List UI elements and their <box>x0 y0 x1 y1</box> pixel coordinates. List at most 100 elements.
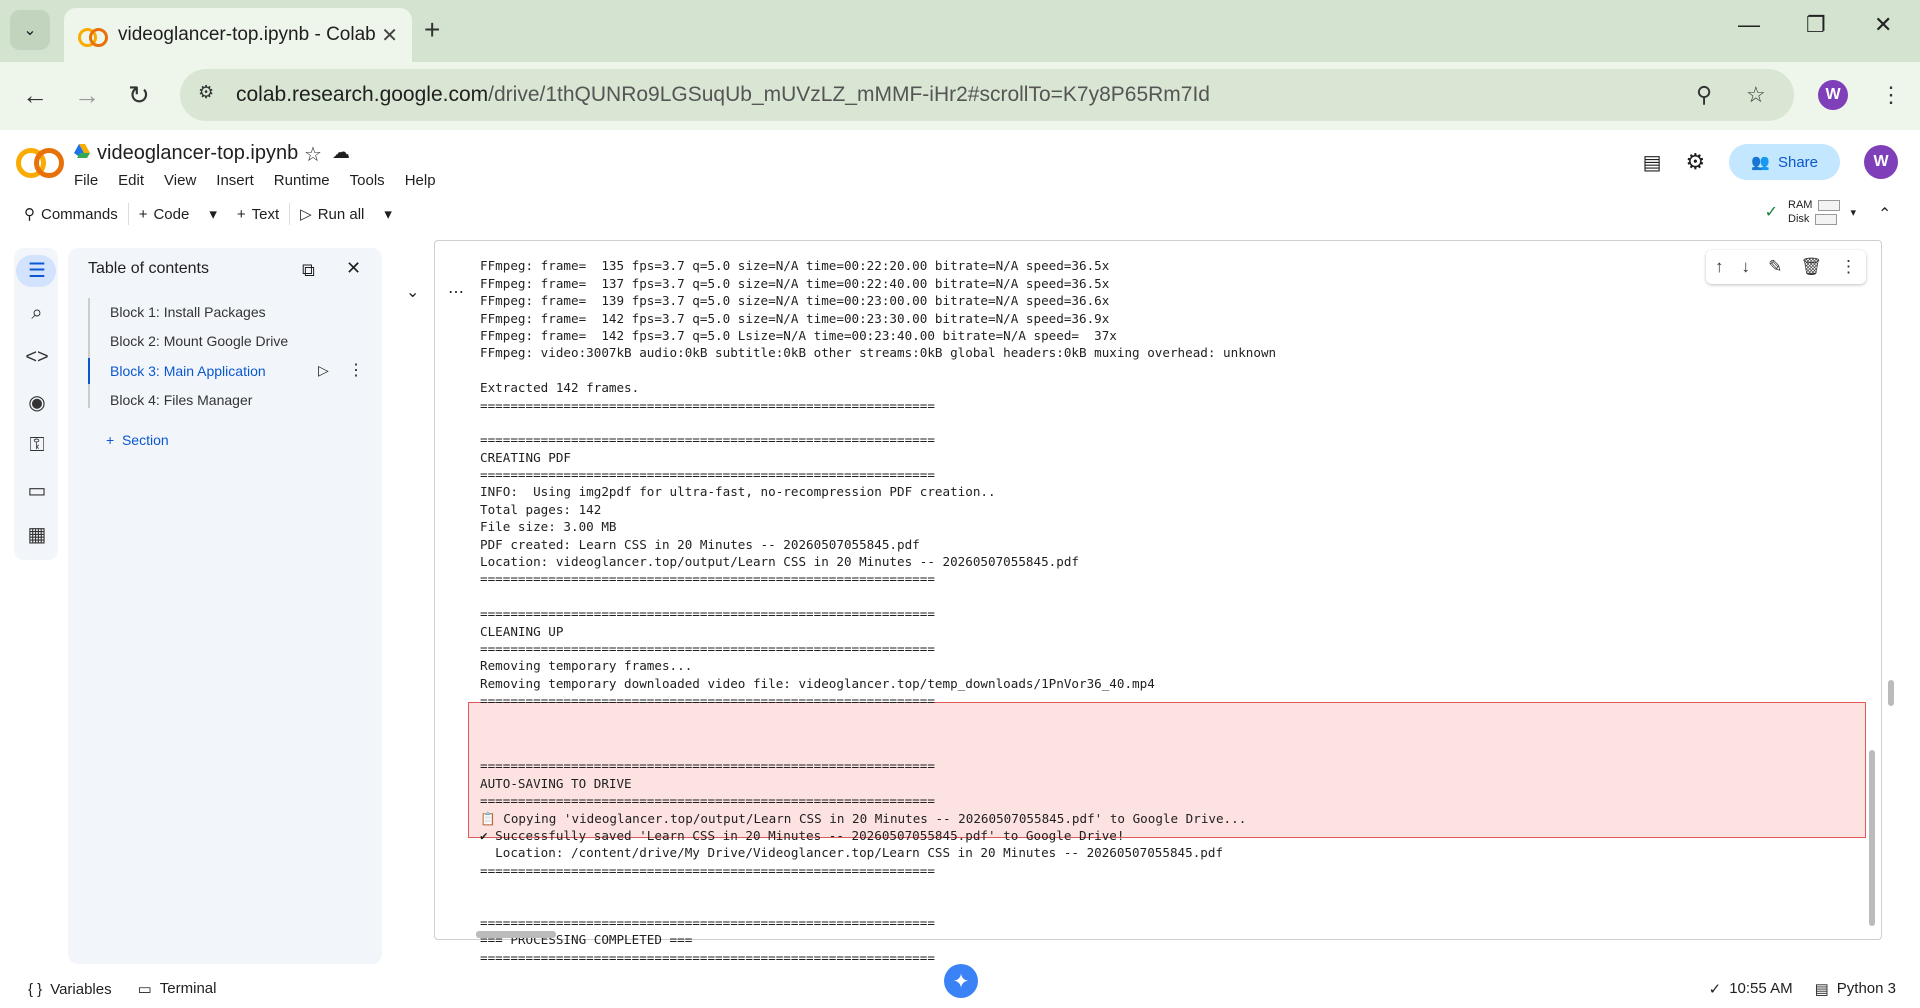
output-line: ✔ Successfully saved 'Learn CSS in 20 Mi… <box>480 827 1125 843</box>
run-all-button[interactable]: ▷ Run all <box>290 205 374 224</box>
variables-eye-icon[interactable]: ◉ <box>22 390 52 415</box>
output-lines-bottom: ========================================… <box>480 897 1860 967</box>
edit-pencil-icon[interactable]: ✎ <box>1768 257 1782 277</box>
output-line: ========================================… <box>480 571 935 587</box>
disk-label: Disk <box>1788 213 1810 225</box>
colab-logo[interactable] <box>16 146 64 178</box>
output-line: ========================================… <box>480 949 935 965</box>
toc-item-block-2[interactable]: Block 2: Mount Google Drive <box>110 333 288 349</box>
output-line: ========================================… <box>480 693 935 709</box>
forward-arrow-icon[interactable]: → <box>74 80 100 111</box>
run-section-icon[interactable]: ▷ <box>318 362 329 379</box>
resource-monitor[interactable]: ✓ RAM Disk ▾ <box>1765 199 1856 225</box>
execution-time[interactable]: ✓ 10:55 AM <box>1709 980 1793 998</box>
close-window-icon[interactable]: ✕ <box>1874 12 1892 38</box>
menu-runtime[interactable]: Runtime <box>274 172 330 189</box>
output-line: CLEANING UP <box>480 623 564 639</box>
chevron-down-icon: ⌄ <box>23 22 37 39</box>
star-icon[interactable]: ☆ <box>304 142 322 167</box>
menu-file[interactable]: File <box>74 172 98 189</box>
notebook-title[interactable]: videoglancer-top.ipynb <box>97 142 298 165</box>
output-vertical-scrollbar[interactable] <box>1869 750 1875 926</box>
add-text-button[interactable]: + Text <box>227 206 289 223</box>
zoom-icon[interactable]: ⚲ <box>1696 82 1712 108</box>
toc-item-block-3[interactable]: Block 3: Main Application <box>110 363 266 379</box>
add-code-button[interactable]: + Code <box>129 206 200 223</box>
output-line: ========================================… <box>480 862 935 878</box>
output-line: ========================================… <box>480 641 935 656</box>
output-line: FFmpeg: video:3007kB audio:0kB subtitle:… <box>480 345 1277 361</box>
add-section-button[interactable]: + Section <box>106 432 169 448</box>
cloud-icon: ☁ <box>332 142 350 162</box>
reload-icon[interactable]: ↻ <box>128 80 150 111</box>
move-up-icon[interactable]: ↑ <box>1715 257 1724 277</box>
output-line: FFmpeg: frame= 142 fps=3.7 q=5.0 size=N/… <box>480 310 1110 326</box>
menu-tools[interactable]: Tools <box>350 172 385 189</box>
browser-menu-icon[interactable]: ⋮ <box>1880 82 1902 108</box>
runtime-indicator[interactable]: ▤ Python 3 <box>1815 980 1896 998</box>
code-snippets-icon[interactable]: <> <box>22 346 52 369</box>
runtime-label: Python 3 <box>1836 980 1896 997</box>
ram-bar <box>1818 199 1841 211</box>
share-label: Share <box>1777 153 1818 171</box>
data-table-icon[interactable]: ▦ <box>22 522 52 547</box>
menu-insert[interactable]: Insert <box>216 172 254 189</box>
output-line: Removing temporary downloaded video file… <box>480 675 1155 691</box>
minimize-icon[interactable]: — <box>1738 12 1760 38</box>
move-down-icon[interactable]: ↓ <box>1742 257 1751 277</box>
close-tab-icon[interactable]: ✕ <box>381 23 398 48</box>
cell-more-icon[interactable]: ⋮ <box>1840 257 1857 277</box>
profile-avatar[interactable]: W <box>1818 80 1848 110</box>
back-arrow-icon[interactable]: ← <box>22 80 48 111</box>
secrets-key-icon[interactable]: ⚿ <box>22 434 52 457</box>
url-input[interactable]: colab.research.google.com/drive/1thQUNRo… <box>180 69 1794 121</box>
browser-tab[interactable]: videoglancer-top.ipynb - Colab ✕ <box>64 8 412 62</box>
delete-trash-icon[interactable]: 🗑 <box>1800 257 1822 277</box>
variables-button[interactable]: { } Variables <box>28 981 112 998</box>
site-info-icon[interactable]: ⚙ <box>198 82 214 103</box>
menu-edit[interactable]: Edit <box>118 172 144 189</box>
add-code-dropdown[interactable]: ▾ <box>199 205 227 223</box>
colab-profile-avatar[interactable]: W <box>1864 145 1898 179</box>
resource-dropdown-icon[interactable]: ▾ <box>1850 206 1856 219</box>
section-more-icon[interactable]: ⋮ <box>348 360 364 380</box>
collapse-header-icon[interactable]: ⌃ <box>1878 204 1891 224</box>
tab-search-button[interactable]: ⌄ <box>10 10 50 50</box>
output-actions-icon[interactable]: ⋯ <box>448 282 464 302</box>
toc-active-line <box>88 358 90 384</box>
page-scrollbar[interactable] <box>1888 680 1894 706</box>
collapse-cell-icon[interactable]: ⌄ <box>406 282 419 302</box>
close-panel-icon[interactable]: ✕ <box>346 258 361 279</box>
output-line: === PROCESSING COMPLETED === <box>480 932 693 948</box>
share-button[interactable]: 👥 Share <box>1729 144 1840 180</box>
output-line: File size: 3.00 MB <box>480 519 617 535</box>
run-all-dropdown[interactable]: ▾ <box>374 205 402 223</box>
toc-item-block-4[interactable]: Block 4: Files Manager <box>110 392 252 408</box>
toc-list-icon[interactable]: ☰ <box>22 258 52 283</box>
output-horizontal-scrollbar[interactable] <box>476 931 556 938</box>
gemini-sparkle-icon[interactable]: ✦ <box>944 964 978 998</box>
terminal-button[interactable]: ▭ Terminal <box>138 980 217 998</box>
caret-down-icon: ▾ <box>384 206 392 223</box>
menu-view[interactable]: View <box>164 172 196 189</box>
output-line: ========================================… <box>480 467 935 483</box>
braces-icon: { } <box>28 980 43 998</box>
find-icon[interactable]: ⌕ <box>22 302 52 325</box>
commands-button[interactable]: ⚲ Commands <box>14 205 128 224</box>
output-line: Removing temporary frames... <box>480 658 693 674</box>
settings-gear-icon[interactable]: ⚙ <box>1686 149 1706 175</box>
cell-output: FFmpeg: frame= 135 fps=3.7 q=5.0 size=N/… <box>480 240 1860 983</box>
files-folder-icon[interactable]: ▭ <box>22 478 52 503</box>
toc-item-block-1[interactable]: Block 1: Install Packages <box>110 304 266 320</box>
comments-icon[interactable]: ▤ <box>1643 150 1662 175</box>
new-tab-button[interactable]: + <box>424 14 440 46</box>
bookmark-star-icon[interactable]: ☆ <box>1746 82 1766 108</box>
output-line: Extracted 142 frames. <box>480 380 640 396</box>
open-in-tab-icon[interactable]: ⧉ <box>302 260 315 281</box>
restore-icon[interactable]: ❐ <box>1806 12 1826 38</box>
menu-help[interactable]: Help <box>405 172 436 189</box>
output-line: FFmpeg: frame= 135 fps=3.7 q=5.0 size=N/… <box>480 258 1110 274</box>
output-line: ========================================… <box>480 432 935 448</box>
